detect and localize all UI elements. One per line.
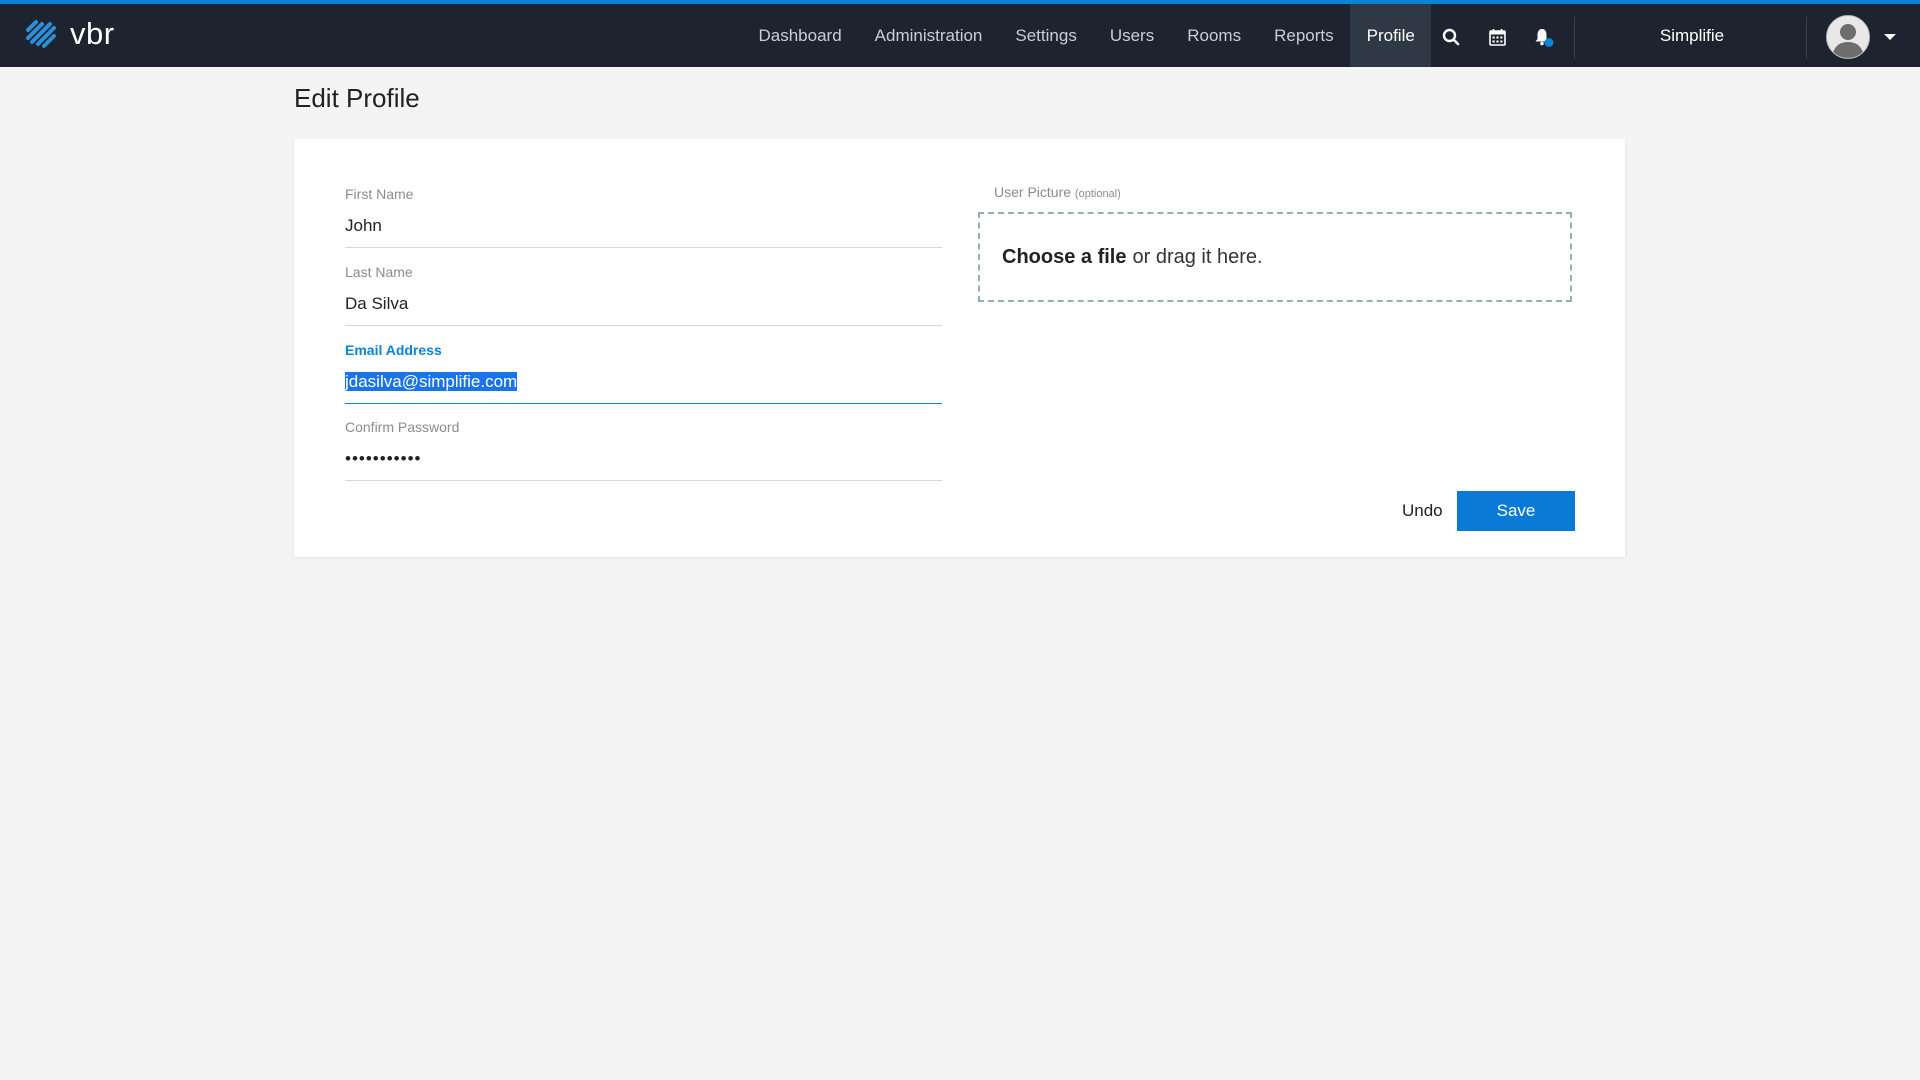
edit-profile-card: First Name John Last Name Da Silva Email… [294,139,1625,557]
nav-divider [1574,17,1575,59]
user-picture-label: User Picture (optional) [994,184,1121,200]
nav-item-rooms[interactable]: Rooms [1171,4,1258,67]
nav-item-dashboard[interactable]: Dashboard [742,4,858,67]
top-navbar: vbr Dashboard Administration Settings Us… [0,4,1920,67]
org-name[interactable]: Simplifie [1612,4,1772,67]
undo-button[interactable]: Undo [1402,501,1443,521]
nav-item-administration[interactable]: Administration [858,4,999,67]
app-logo[interactable]: vbr [24,16,115,52]
chevron-down-icon [1884,34,1896,40]
nav-item-reports[interactable]: Reports [1258,4,1351,67]
email-label: Email Address [345,342,442,358]
calendar-icon[interactable] [1484,24,1510,50]
nav-item-profile[interactable]: Profile [1350,4,1432,67]
user-picture-label-text: User Picture [994,184,1072,200]
choose-file-link[interactable]: Choose a file [1002,246,1126,269]
nav-item-users[interactable]: Users [1093,4,1170,67]
email-selected-text: jdasilva@simplifie.com [345,372,518,391]
user-menu[interactable] [1826,15,1896,59]
logo-text: vbr [70,16,115,51]
last-name-label: Last Name [345,264,413,280]
search-icon[interactable] [1438,24,1464,50]
dropzone-hint: or drag it here. [1132,245,1263,268]
save-button[interactable]: Save [1457,491,1575,531]
first-name-input[interactable]: John [345,216,942,248]
email-input[interactable]: jdasilva@simplifie.com [345,372,942,404]
file-dropzone[interactable]: Choose a file or drag it here. [978,212,1572,302]
notification-badge [1544,38,1554,47]
page-title: Edit Profile [294,83,420,113]
last-name-field: Last Name Da Silva [345,264,942,326]
optional-note: (optional) [1074,188,1121,200]
avatar [1826,15,1870,59]
nav-divider [1806,17,1807,59]
confirm-password-label: Confirm Password [345,419,460,435]
nav-item-settings[interactable]: Settings [999,4,1093,67]
confirm-password-input[interactable]: ••••••••••• [345,449,942,481]
first-name-field: First Name John [345,186,942,248]
email-field: Email Address jdasilva@simplifie.com [345,342,942,404]
bell-icon[interactable] [1531,24,1557,50]
main-menu: Dashboard Administration Settings Users … [742,4,1432,67]
confirm-password-field: Confirm Password ••••••••••• [345,419,942,481]
last-name-input[interactable]: Da Silva [345,294,942,326]
user-silhouette-icon [1832,24,1864,58]
first-name-label: First Name [345,186,414,202]
vbr-logo-icon [26,20,56,48]
